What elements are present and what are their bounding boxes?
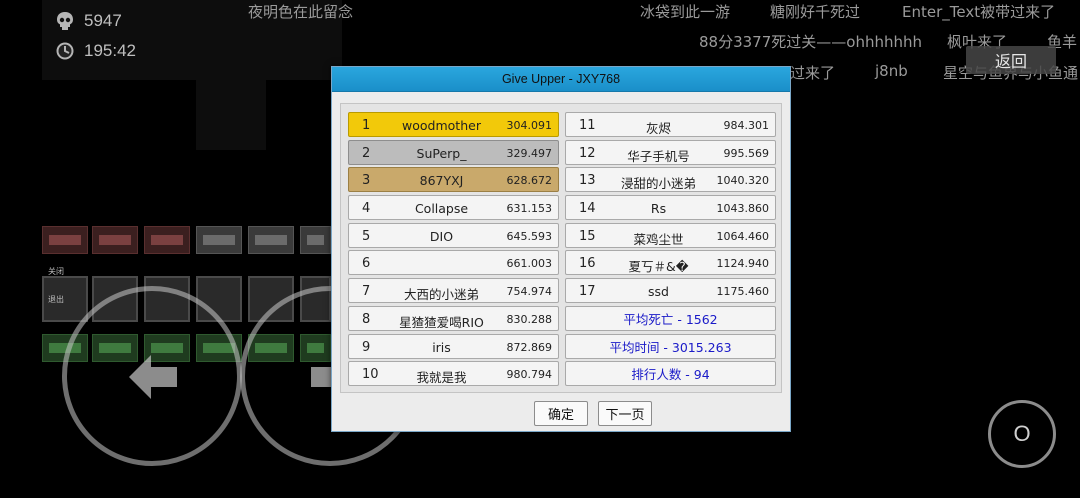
leaderboard-row: 12 华子手机号 995.569 bbox=[565, 139, 776, 165]
scene-wall bbox=[196, 80, 266, 150]
player-name: 华子手机号 bbox=[627, 148, 690, 164]
player-name: SuPerp_ bbox=[416, 145, 467, 161]
leaderboard-row: 17 ssd 1175.460 bbox=[565, 278, 776, 304]
clear-time: 754.974 bbox=[506, 285, 553, 299]
clear-time: 329.497 bbox=[506, 146, 553, 160]
clear-time: 872.869 bbox=[506, 340, 553, 354]
scene-sign bbox=[248, 226, 294, 254]
danmaku-comment: 糖刚好千死过 bbox=[770, 3, 861, 21]
leaderboard-row: 4 Collapse 631.153 bbox=[348, 195, 559, 221]
death-count: 5947 bbox=[84, 11, 122, 30]
scene-sign bbox=[300, 226, 331, 254]
player-name: ssd bbox=[648, 284, 669, 300]
leaderboard-row: 13 浸甜的小迷弟 1040.320 bbox=[565, 167, 776, 193]
player-name: woodmother bbox=[402, 118, 481, 133]
dialog-title: Give Upper - JXY768 bbox=[332, 67, 790, 92]
clear-time: 1064.460 bbox=[716, 229, 770, 243]
rank-number: 6 bbox=[362, 256, 371, 272]
leaderboard-row: 14 Rs 1043.860 bbox=[565, 195, 776, 221]
back-button[interactable]: 返回 bbox=[966, 46, 1056, 74]
player-name: iris bbox=[432, 339, 451, 355]
clear-time: 995.569 bbox=[723, 146, 770, 160]
player-name: DIO bbox=[429, 228, 454, 244]
player-name: 大西的小迷弟 bbox=[403, 287, 479, 303]
leaderboard-row: 9 iris 872.869 bbox=[348, 333, 559, 359]
rank-number: 8 bbox=[362, 311, 371, 327]
scene-label: 退出 bbox=[48, 295, 64, 304]
clear-time: 1040.320 bbox=[716, 174, 770, 188]
player-name: 夏丂＃&� bbox=[628, 259, 689, 275]
clear-time: 304.091 bbox=[506, 119, 553, 132]
clock-icon bbox=[54, 40, 76, 62]
confirm-button[interactable]: 确定 bbox=[534, 401, 588, 426]
leaderboard-row: 10 我就是我 980.794 bbox=[348, 361, 559, 387]
play-timer: 195:42 bbox=[54, 40, 136, 62]
player-name: 浸甜的小迷弟 bbox=[620, 176, 696, 192]
rank-number: 7 bbox=[362, 284, 371, 300]
play-time: 195:42 bbox=[84, 41, 136, 60]
leaderboard-row: 11 灰烬 984.301 bbox=[565, 112, 776, 137]
player-name: 我就是我 bbox=[416, 370, 467, 386]
clear-time: 830.288 bbox=[506, 312, 553, 326]
leaderboard-row: 3 867YXJ 628.672 bbox=[348, 167, 559, 193]
danmaku-comment: Enter_Text被带过来了 bbox=[902, 3, 1056, 21]
clear-time: 645.593 bbox=[506, 229, 553, 243]
leaderboard-row: 8 星猹猹爱喝RIO 830.288 bbox=[348, 305, 559, 331]
clear-time: 984.301 bbox=[723, 119, 770, 132]
player-name: 菜鸡尘世 bbox=[633, 231, 684, 247]
scene-sign bbox=[92, 226, 138, 254]
danmaku-comment: j8nb bbox=[875, 62, 908, 80]
rank-number: 4 bbox=[362, 201, 371, 217]
clear-time: 1175.460 bbox=[716, 285, 770, 299]
leaderboard-row: 2 SuPerp_ 329.497 bbox=[348, 139, 559, 165]
death-counter: 5947 bbox=[54, 10, 122, 32]
danmaku-comment: 过来了 bbox=[790, 64, 836, 82]
average-deaths: 平均死亡 - 1562 bbox=[565, 305, 776, 331]
player-name: Rs bbox=[650, 201, 667, 217]
danmaku-comment: 冰袋到此一游 bbox=[640, 3, 731, 21]
player-count: 排行人数 - 94 bbox=[565, 361, 776, 387]
leaderboard-panel: 1 woodmother 304.091 2 SuPerp_ 329.497 3 867YXJ… bbox=[340, 103, 782, 393]
leaderboard-row: 6 661.003 bbox=[348, 250, 559, 276]
leaderboard-column-left: 1 woodmother 304.091 2 SuPerp_ 329.497 3 867YXJ… bbox=[348, 112, 559, 389]
move-left-button[interactable] bbox=[62, 286, 242, 466]
scene-sign bbox=[42, 226, 88, 254]
player-name: 灰烬 bbox=[645, 121, 671, 136]
next-page-button[interactable]: 下一页 bbox=[598, 401, 652, 426]
danmaku-comment: 88分3377死过关——ohhhhhhh bbox=[699, 33, 922, 51]
leaderboard-dialog: Give Upper - JXY768 1 woodmother 304.091 2 S… bbox=[331, 66, 791, 432]
scene-sign bbox=[196, 226, 242, 254]
clear-time: 628.672 bbox=[506, 174, 553, 188]
player-name: 星猹猹爱喝RIO bbox=[399, 314, 484, 330]
clear-time: 1124.940 bbox=[716, 257, 770, 271]
clear-time: 980.794 bbox=[506, 368, 553, 382]
arrow-left-icon bbox=[125, 349, 181, 409]
rank-number: 5 bbox=[362, 228, 371, 244]
leaderboard-row: 15 菜鸡尘世 1064.460 bbox=[565, 222, 776, 248]
leaderboard-row: 16 夏丂＃&� 1124.940 bbox=[565, 250, 776, 276]
rank-number: 9 bbox=[362, 339, 371, 355]
rank-number: 3 bbox=[362, 173, 371, 189]
scene-sign bbox=[144, 226, 190, 254]
leaderboard-row: 7 大西的小迷弟 754.974 bbox=[348, 278, 559, 304]
skull-icon bbox=[54, 10, 76, 32]
clear-time: 1043.860 bbox=[716, 202, 770, 216]
leaderboard-row: 1 woodmother 304.091 bbox=[348, 112, 559, 137]
rank-number: 1 bbox=[362, 118, 371, 133]
clear-time: 631.153 bbox=[506, 202, 553, 216]
average-time: 平均时间 - 3015.263 bbox=[565, 333, 776, 359]
leaderboard-column-right: 11 灰烬 984.301 12 华子手机号 995.569 13 浸甜的小迷弟 1040.32… bbox=[565, 112, 776, 389]
player-name: Collapse bbox=[414, 201, 469, 217]
player-name: 867YXJ bbox=[419, 173, 464, 189]
danmaku-comment: 夜明色在此留念 bbox=[248, 3, 354, 21]
leaderboard-row: 5 DIO 645.593 bbox=[348, 222, 559, 248]
rank-number: 2 bbox=[362, 145, 371, 161]
clear-time: 661.003 bbox=[506, 257, 553, 271]
jump-button[interactable]: O bbox=[988, 400, 1056, 468]
